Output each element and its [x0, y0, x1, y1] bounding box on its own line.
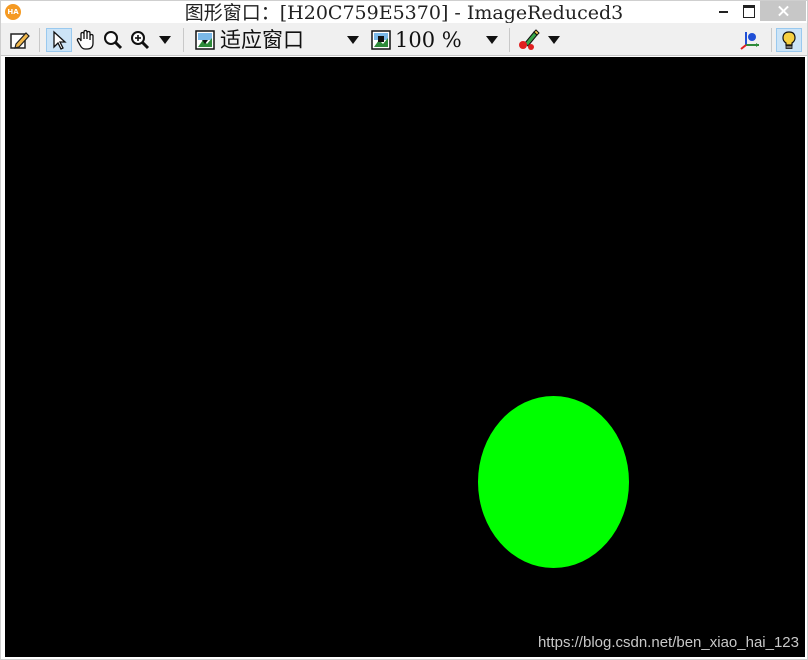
chevron-down-icon [159, 36, 171, 44]
zoom-level-dropdown[interactable] [482, 28, 502, 52]
fit-mode-select[interactable]: 适应窗口 [220, 26, 304, 54]
arrow-pointer-icon [53, 30, 67, 50]
pencil-edit-icon [10, 32, 30, 49]
zoom-image-icon [371, 30, 391, 50]
magnifier-icon [104, 31, 123, 50]
watermark-text: https://blog.csdn.net/ben_xiao_hai_123 [537, 634, 799, 651]
zoom-tool-button[interactable] [100, 28, 126, 52]
info-toggle-button[interactable] [776, 28, 802, 52]
magnifier-plus-icon [131, 31, 150, 50]
color-button[interactable] [516, 28, 542, 52]
maximize-button[interactable] [735, 1, 761, 21]
zoom-level-icon-button[interactable] [369, 28, 393, 52]
edit-button[interactable] [7, 28, 33, 52]
zoom-in-tool-button[interactable] [127, 28, 153, 52]
window-title: 图形窗口：[H20C759E5370] - ImageReduced3 [184, 2, 624, 24]
green-region [478, 396, 629, 568]
fit-window-icon [195, 30, 215, 50]
close-button[interactable] [760, 1, 806, 21]
graphics-window: HA 图形窗口：[H20C759E5370] - ImageReduced3 适… [0, 0, 808, 660]
title-bar[interactable]: HA 图形窗口：[H20C759E5370] - ImageReduced3 [1, 1, 807, 24]
pan-tool-button[interactable] [73, 28, 99, 52]
axes-icon [740, 32, 759, 50]
lightbulb-icon [782, 31, 796, 49]
chevron-down-icon [347, 36, 359, 44]
zoom-level-select[interactable]: 100 % [395, 26, 462, 54]
fit-window-icon-button[interactable] [193, 28, 217, 52]
toolbar-separator [183, 28, 184, 52]
chevron-down-icon [486, 36, 498, 44]
toolbar-separator [39, 28, 40, 52]
axes-button[interactable] [737, 28, 763, 52]
color-draw-icon [519, 29, 540, 50]
color-dropdown[interactable] [544, 28, 564, 52]
pointer-tool-button[interactable] [46, 28, 72, 52]
minimize-button[interactable] [711, 1, 737, 21]
image-canvas[interactable]: https://blog.csdn.net/ben_xiao_hai_123 [5, 57, 805, 657]
fit-mode-dropdown[interactable] [343, 28, 363, 52]
toolbar-separator [771, 28, 772, 52]
zoom-tools-dropdown[interactable] [155, 28, 175, 52]
toolbar: 适应窗口 100 % [1, 23, 807, 56]
chevron-down-icon [548, 36, 560, 44]
hand-icon [76, 29, 94, 50]
toolbar-separator [509, 28, 510, 52]
